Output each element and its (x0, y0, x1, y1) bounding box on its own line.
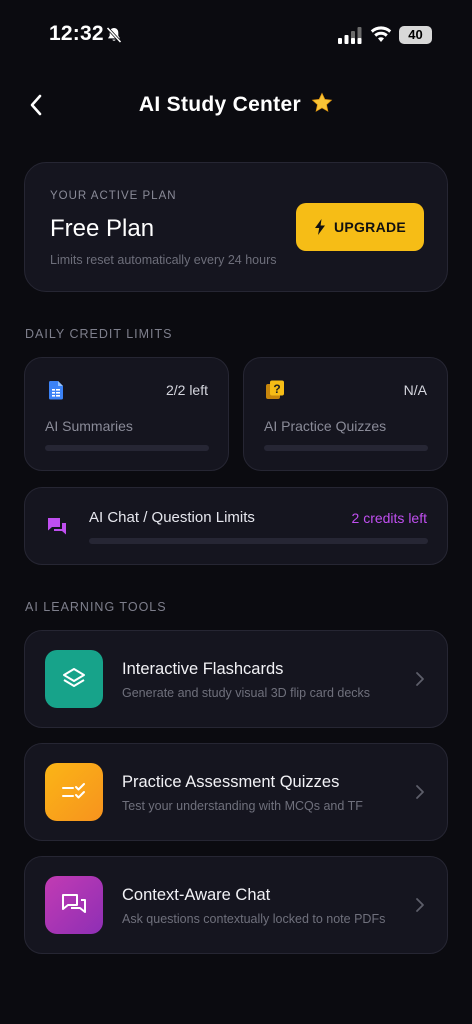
chat-credit-card: AI Chat / Question Limits 2 credits left (24, 487, 448, 565)
upgrade-label: UPGRADE (333, 219, 407, 235)
summaries-progress-bar (45, 445, 209, 451)
quizzes-credit-card: ? N/A AI Practice Quizzes (243, 357, 448, 471)
plan-eyebrow: YOUR ACTIVE PLAN (50, 190, 177, 202)
flashcards-icon-box (45, 650, 103, 708)
chat-icon (48, 518, 66, 535)
chat-progress-bar (89, 538, 428, 544)
page-title: AI Study Center (0, 92, 472, 117)
summaries-credit-value: 2/2 left (165, 382, 208, 398)
status-bar: 12:32 40 (0, 0, 472, 70)
flashcards-description: Generate and study visual 3D flip card d… (122, 686, 371, 700)
flashcards-title: Interactive Flashcards (122, 660, 284, 678)
status-time: 12:32 (49, 22, 104, 45)
flashcards-tool-card[interactable]: Interactive Flashcards Generate and stud… (24, 630, 448, 728)
quizzes-description: Test your understanding with MCQs and TF (122, 799, 363, 813)
wifi-icon (370, 26, 392, 42)
quizzes-title: Practice Assessment Quizzes (122, 773, 340, 791)
chevron-right-icon (416, 785, 424, 799)
lightning-bolt-icon (314, 219, 325, 235)
quizzes-credit-title: AI Practice Quizzes (264, 418, 387, 434)
svg-text:?: ? (273, 382, 280, 396)
chevron-right-icon (416, 898, 424, 912)
upgrade-button[interactable]: UPGRADE (296, 203, 424, 251)
tools-section-label: AI LEARNING TOOLS (25, 600, 167, 614)
chat-bubbles-icon (62, 894, 86, 913)
quizzes-progress-bar (264, 445, 428, 451)
quizzes-credit-value: N/A (403, 382, 427, 398)
battery-indicator: 40 (399, 26, 432, 44)
chat-title: Context-Aware Chat (122, 886, 271, 904)
chevron-right-icon (416, 672, 424, 686)
chat-credit-title: AI Chat / Question Limits (89, 509, 255, 526)
quizzes-icon-box (45, 763, 103, 821)
bell-slash-icon (106, 26, 122, 44)
chat-tool-card[interactable]: Context-Aware Chat Ask questions context… (24, 856, 448, 954)
page-title-text: AI Study Center (138, 93, 301, 116)
quizzes-tool-card[interactable]: Practice Assessment Quizzes Test your un… (24, 743, 448, 841)
quiz-icon: ? (266, 380, 284, 399)
cellular-signal-icon (338, 27, 362, 44)
chat-icon-box (45, 876, 103, 934)
plan-reset-note: Limits reset automatically every 24 hour… (50, 253, 277, 267)
checklist-icon (62, 783, 85, 799)
star-emoji-icon (311, 92, 333, 112)
plan-name: Free Plan (50, 215, 155, 242)
credit-section-label: DAILY CREDIT LIMITS (25, 327, 173, 341)
chat-credit-value: 2 credits left (351, 510, 427, 526)
document-icon (48, 381, 63, 400)
active-plan-card: YOUR ACTIVE PLAN Free Plan Limits reset … (24, 162, 448, 292)
summaries-credit-card: 2/2 left AI Summaries (24, 357, 229, 471)
layers-icon (63, 668, 85, 687)
chat-description: Ask questions contextually locked to not… (122, 912, 386, 926)
summaries-credit-title: AI Summaries (45, 418, 133, 434)
